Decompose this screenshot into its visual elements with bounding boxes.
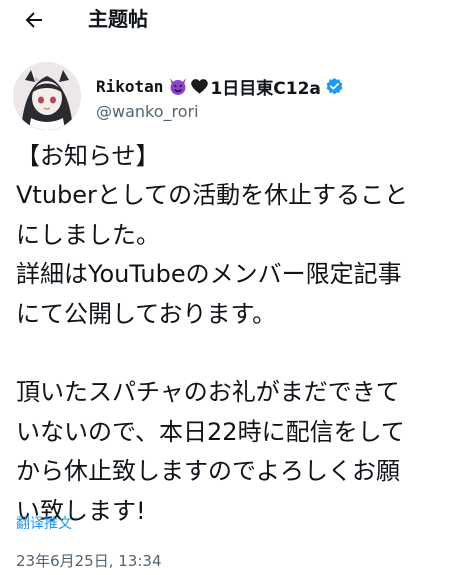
tweet-line: いないので、本日22時に配信をして [16,417,405,446]
author-name-row[interactable]: Rikotan 1日目東C12a [96,74,344,99]
avatar[interactable] [13,62,81,130]
translate-tweet-link[interactable]: 翻译推文 [16,515,72,533]
author-display-name: Rikotan [96,76,164,96]
tweet-line: い致します! [16,496,146,525]
tweet-line: にしました。 [16,220,160,249]
author-handle[interactable]: @wanko_rori [96,102,199,122]
tweet-timestamp[interactable]: 23年6月25日, 13:34 [16,551,161,571]
tweet-text: 【お知らせ】 Vtuberとしての活動を休止すること にしました。 詳細はYou… [16,137,466,531]
tweet-line: 頂いたスパチャのお礼がまだできて [16,378,400,407]
verified-badge-icon [326,77,343,94]
tweet-line: から休止致しますのでよろしくお願 [16,457,400,486]
avatar-illustration [13,62,81,130]
back-button[interactable] [20,6,48,34]
top-bar: 主题帖 [0,0,474,40]
tweet-line: Vtuberとしての活動を休止すること [16,181,409,210]
arrow-left-icon [25,12,42,28]
author-name-suffix: 1日目東C12a [210,78,321,99]
tweet-line: にて公開しております。 [16,299,277,328]
tweet-line: 詳細はYouTubeのメンバー限定記事 [16,260,402,289]
black-heart-icon [191,79,209,94]
smiling-devil-icon [170,78,187,95]
page-title: 主题帖 [88,7,148,31]
tweet-line: 【お知らせ】 [16,142,160,170]
